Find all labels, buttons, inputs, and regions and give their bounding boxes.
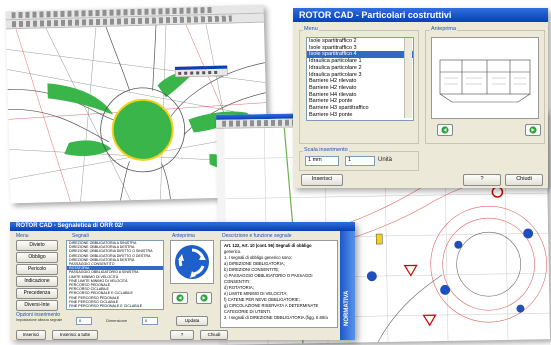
roundabout-sign-icon [175, 245, 209, 279]
detail-insert-button[interactable]: Inserisci [301, 174, 343, 186]
signs-menu-button[interactable]: Divieto [16, 240, 58, 251]
signs-menu-button[interactable]: Indicazione [16, 276, 58, 287]
detail-dialog-title: ROTOR CAD - Particolari costruttivi [293, 8, 548, 22]
arrow-right-icon [200, 294, 208, 302]
detail-help-button[interactable]: ? [463, 174, 501, 186]
sign-list-item[interactable]: DIREZIONE OBBLIGATORIA DIRITTO O SINISTR… [67, 249, 163, 253]
detail-prev-button[interactable] [437, 124, 453, 136]
signs-description-box: Art. 122, Art. 10 (cont. 56) Segnali di … [220, 240, 338, 328]
arrow-left-icon [176, 294, 184, 302]
detail-list-item[interactable]: Isole spartitraffico 4 [307, 51, 413, 59]
detail-list-item[interactable]: Barriere H3 spartitraffico [307, 105, 413, 112]
detail-list-item[interactable]: Barriere H2 rilevato [307, 85, 413, 92]
signs-list[interactable]: DIREZIONE OBBLIGATORIA A SINISTRA DIREZIO… [66, 240, 164, 310]
detail-list-item[interactable]: Barriere H4 rilevato [307, 92, 413, 99]
detail-list-item[interactable]: Barriere H2 ponte [307, 98, 413, 105]
signs-insert-all-button[interactable]: Inserisci a tutte [52, 330, 98, 340]
detail-scale-unit-label: Unità [378, 157, 393, 163]
signs-col-menu: Menu [16, 233, 29, 239]
detail-close-button[interactable]: Chiudi [505, 174, 543, 186]
detail-list-item[interactable]: Idraulica particolare 2 [307, 65, 413, 72]
signs-col-descr: Descrizione e funzione segnale [222, 233, 292, 239]
signs-help-button[interactable]: ? [170, 330, 194, 340]
signs-dialog-title: ROTOR CAD - Segnaletica di ORR 02/ [10, 222, 355, 231]
detail-list-item[interactable]: Isole spartitraffico 3 [307, 45, 413, 52]
detail-menu-group-label: Menu [303, 26, 319, 32]
detail-scale-value-input[interactable]: 1 [345, 156, 375, 166]
detail-scale-unit-select[interactable]: 1 mm [305, 156, 339, 166]
detail-list-item[interactable]: Idraulica particolare 3 [307, 72, 413, 79]
signs-menu-button[interactable]: Precedenza [16, 288, 58, 299]
signs-next-button[interactable] [196, 292, 212, 304]
signs-menu-button[interactable]: Pericolo [16, 264, 58, 275]
signs-col-anteprima: Anteprima [172, 233, 195, 239]
detail-list-scrollbar[interactable] [404, 38, 412, 118]
signs-size-input[interactable]: 0 [142, 317, 158, 325]
signs-side-tab-label: NORMATIVA [344, 290, 350, 326]
description-line: 2. I segnali di DIREZIONE OBBLIGATORIA (… [224, 315, 328, 320]
arrow-left-icon [441, 126, 449, 134]
detail-list-item[interactable]: Barriere H2 rilevato [307, 78, 413, 85]
detail-list-item[interactable]: Idraulica particolare 1 [307, 58, 413, 65]
detail-dialog: ROTOR CAD - Particolari costruttivi Menu… [293, 8, 548, 188]
signs-ground-input[interactable]: 0 [76, 317, 92, 325]
arrow-right-icon [529, 126, 537, 134]
sign-list-item[interactable]: FINE PERCORSO PEDONALE E CICLABILE [67, 304, 163, 308]
detail-next-button[interactable] [525, 124, 541, 136]
signs-preview-box [170, 240, 214, 284]
detail-preview-canvas [431, 37, 539, 119]
signs-close-button[interactable]: Chiudi [200, 330, 228, 340]
signs-dialog: ROTOR CAD - Segnaletica di ORR 02/ Menu … [10, 222, 355, 340]
detail-scale-label: Scala inserimento [303, 147, 349, 153]
detail-list-item[interactable]: Barriere H3 ponte [307, 112, 413, 119]
detail-list-item[interactable]: Isole spartitraffico 2 [307, 38, 413, 45]
signs-menu-button[interactable]: Obbligo [16, 252, 58, 263]
construction-detail-drawing [439, 59, 531, 103]
signs-update-button[interactable]: Updata [176, 316, 208, 326]
signs-menu-button[interactable]: Diversi-Inte [16, 300, 58, 311]
signs-ground-label: Impostazione altezza segnale [16, 318, 63, 322]
signs-size-label: Dimensione [106, 318, 128, 323]
detail-preview-group-label: Anteprima [430, 26, 458, 32]
signs-col-segnali: Segnali [72, 233, 89, 239]
detail-items-list[interactable]: Isole spartitraffico 2 Isole spartitraffi… [306, 37, 414, 121]
signs-insert-button[interactable]: Inserisci [16, 330, 46, 340]
signs-prev-button[interactable] [172, 292, 188, 304]
